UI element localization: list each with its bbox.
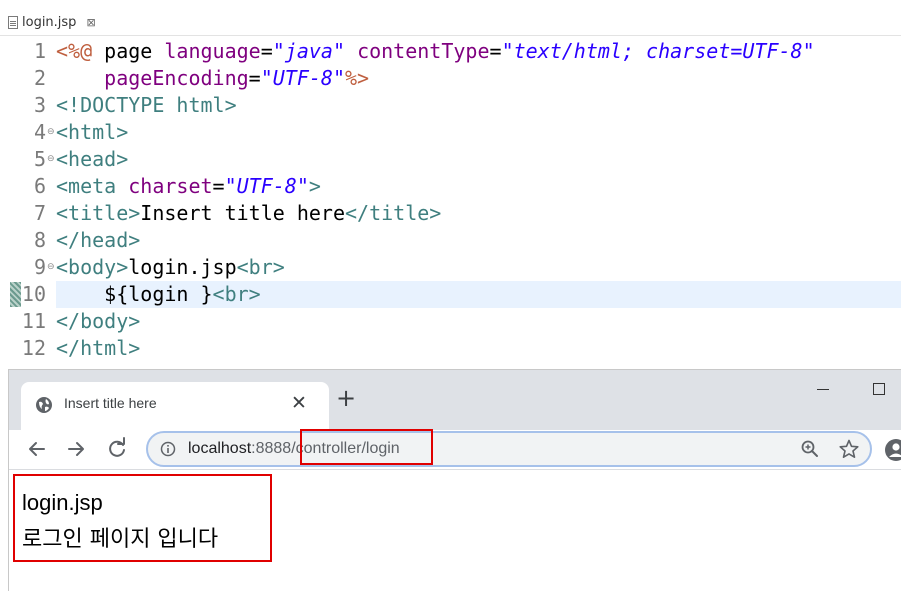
line-number: 2 xyxy=(33,66,46,90)
url-path: /controller/login xyxy=(291,440,400,457)
browser-toolbar: localhost:8888/controller/login xyxy=(9,430,901,470)
new-tab-button[interactable]: + xyxy=(336,386,356,410)
zoom-icon[interactable] xyxy=(800,439,820,459)
code-editor[interactable]: login.jsp ⊠ 1 2 3 4 ⊖ 5 ⊖ 6 7 8 9 ⊖ 10 11 12 <%@ page … xyxy=(0,0,901,370)
arrow-right-icon[interactable] xyxy=(62,435,90,463)
editor-tab-login-jsp[interactable]: login.jsp ⊠ xyxy=(8,10,96,34)
line-number: 7 xyxy=(33,201,46,225)
browser-tab[interactable]: Insert title here ✕ xyxy=(21,382,329,430)
code-line[interactable]: <head> xyxy=(56,146,901,173)
code-token: language xyxy=(164,39,261,63)
code-token: Insert title here xyxy=(140,201,345,225)
reload-icon[interactable] xyxy=(103,435,131,463)
fold-toggle-icon[interactable]: ⊖ xyxy=(47,146,56,173)
fold-toggle-icon[interactable]: ⊖ xyxy=(47,254,56,281)
line-number: 6 xyxy=(33,174,46,198)
star-icon[interactable] xyxy=(838,438,860,460)
code-token: page xyxy=(104,39,165,63)
code-token: </head> xyxy=(56,228,141,252)
page-viewport: login.jsp 로그인 페이지 입니다 xyxy=(9,471,901,591)
page-text-filename: login.jsp xyxy=(22,490,103,515)
code-token: <%@ xyxy=(56,39,105,63)
line-number-gutter: 1 2 3 4 ⊖ 5 ⊖ 6 7 8 9 ⊖ 10 11 12 xyxy=(0,38,56,370)
code-token: "UTF-8" xyxy=(224,174,309,198)
line-number: 5 xyxy=(33,147,46,171)
code-token: "java" xyxy=(272,39,346,63)
code-line[interactable]: pageEncoding="UTF-8"%> xyxy=(56,65,901,92)
code-token: <br> xyxy=(212,282,261,306)
browser-tab-title: Insert title here xyxy=(64,395,157,411)
info-circle-icon[interactable] xyxy=(160,441,176,457)
code-token: charset xyxy=(128,174,213,198)
code-line[interactable]: ${login }<br> xyxy=(56,281,901,308)
code-token: pageEncoding xyxy=(104,66,249,90)
address-url[interactable]: localhost:8888/controller/login xyxy=(188,440,400,458)
code-token: > xyxy=(308,174,321,198)
profile-icon[interactable] xyxy=(885,439,901,461)
code-token: <body> xyxy=(56,255,129,279)
code-token: login.jsp xyxy=(128,255,237,279)
code-token: contentType xyxy=(357,39,490,63)
code-line[interactable]: </head> xyxy=(56,227,901,254)
code-line[interactable]: <body>login.jsp<br> xyxy=(56,254,901,281)
arrow-left-icon[interactable] xyxy=(23,435,51,463)
line-number: 3 xyxy=(33,93,46,117)
code-token: = xyxy=(260,39,273,63)
code-line[interactable]: <%@ page language="java" contentType="te… xyxy=(56,38,901,65)
code-token: <html> xyxy=(56,120,129,144)
browser-tab-strip: Insert title here ✕ + xyxy=(9,370,901,430)
code-token: = xyxy=(212,174,225,198)
code-token: <head> xyxy=(56,147,129,171)
change-marker xyxy=(10,282,21,307)
code-token: ${login } xyxy=(56,282,213,306)
url-host: localhost xyxy=(188,440,252,457)
code-token: = xyxy=(248,66,261,90)
editor-tab-label: login.jsp xyxy=(22,14,77,30)
fold-toggle-icon[interactable]: ⊖ xyxy=(47,119,56,146)
code-token: </title> xyxy=(345,201,442,225)
code-token: "UTF-8" xyxy=(260,66,346,90)
close-icon[interactable]: ✕ xyxy=(291,392,307,414)
file-icon xyxy=(8,15,18,29)
line-number: 8 xyxy=(33,228,46,252)
editor-tab-bar: login.jsp ⊠ xyxy=(0,0,901,36)
close-icon[interactable]: ⊠ xyxy=(86,16,95,29)
code-line[interactable]: </body> xyxy=(56,308,901,335)
browser-window: Insert title here ✕ + localhost:8888/con… xyxy=(8,369,901,591)
address-bar[interactable]: localhost:8888/controller/login xyxy=(146,431,872,467)
line-number: 12 xyxy=(21,336,46,360)
line-number: 1 xyxy=(33,39,46,63)
code-line[interactable]: <!DOCTYPE html> xyxy=(56,92,901,119)
code-line[interactable]: <meta charset="UTF-8"> xyxy=(56,173,901,200)
code-area[interactable]: <%@ page language="java" contentType="te… xyxy=(56,38,901,370)
code-token: = xyxy=(489,39,502,63)
line-number: 4 xyxy=(33,120,46,144)
minimize-button[interactable] xyxy=(816,380,830,394)
code-token: <title> xyxy=(56,201,141,225)
code-token: </body> xyxy=(56,309,141,333)
code-line[interactable]: <title>Insert title here</title> xyxy=(56,200,901,227)
code-token: "text/html; charset=UTF-8" xyxy=(501,39,815,63)
url-port: :8888 xyxy=(251,440,292,457)
code-token: <br> xyxy=(236,255,285,279)
page-text-message: 로그인 페이지 입니다 xyxy=(22,527,219,552)
code-token: %> xyxy=(345,66,370,90)
code-line[interactable]: </html> xyxy=(56,335,901,362)
maximize-button[interactable] xyxy=(873,383,885,395)
code-token: <!DOCTYPE html> xyxy=(56,93,237,117)
line-number: 9 xyxy=(33,255,46,279)
line-number: 11 xyxy=(21,309,46,333)
globe-icon xyxy=(36,397,52,413)
code-line[interactable]: <html> xyxy=(56,119,901,146)
code-token: <meta xyxy=(56,174,129,198)
line-number: 10 xyxy=(21,282,46,306)
code-token: </html> xyxy=(56,336,141,360)
